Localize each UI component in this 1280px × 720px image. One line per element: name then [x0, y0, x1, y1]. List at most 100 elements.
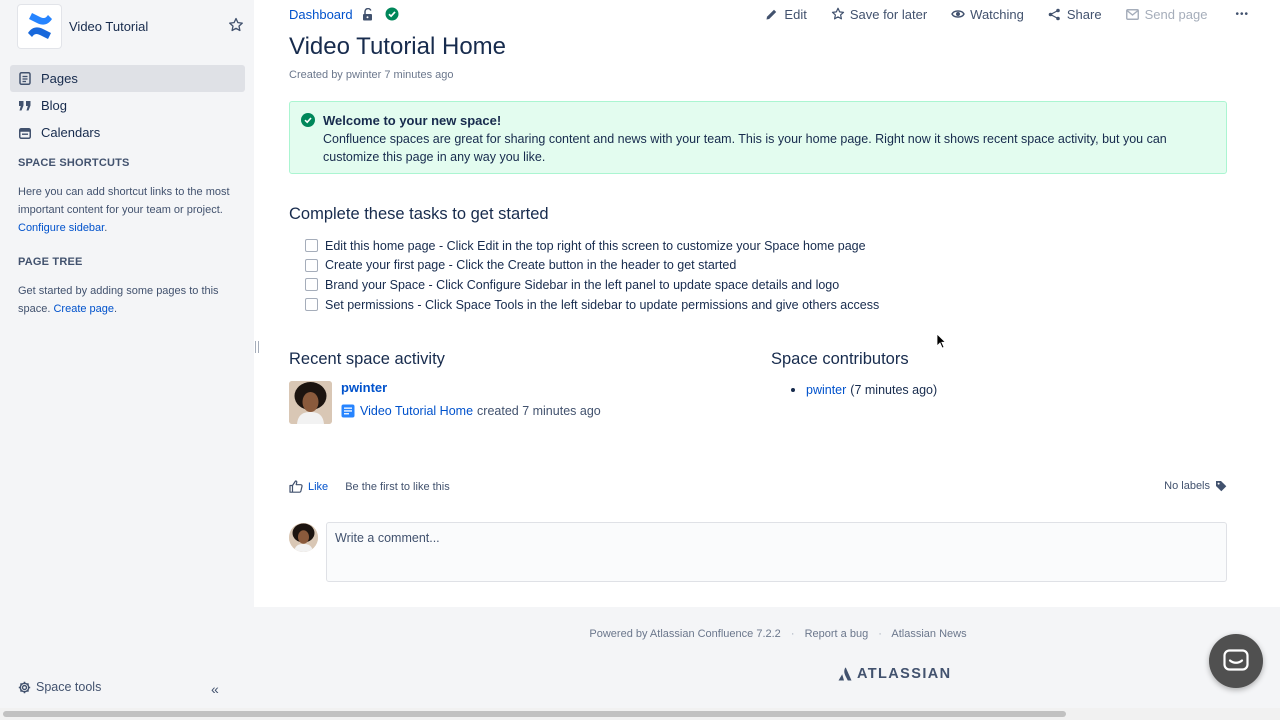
task-item: Brand your Space - Click Configure Sideb… — [305, 275, 879, 295]
task-label: Set permissions - Click Space Tools in t… — [325, 297, 880, 312]
scrollbar-thumb[interactable] — [3, 711, 1066, 717]
space-header: Video Tutorial — [18, 4, 254, 48]
space-shortcuts-section: SPACE SHORTCUTS Here you can add shortcu… — [18, 157, 238, 237]
welcome-body: Confluence spaces are great for sharing … — [323, 132, 1167, 164]
page-tree-text: Get started by adding some pages to this… — [18, 282, 238, 318]
sidebar-item-calendars[interactable]: Calendars — [10, 119, 245, 146]
task-item: Set permissions - Click Space Tools in t… — [305, 295, 879, 315]
activity-page-link[interactable]: Video Tutorial Home — [360, 404, 473, 418]
share-icon — [1048, 7, 1062, 21]
confluence-logo-icon[interactable] — [18, 4, 61, 48]
page-tree-description: Get started by adding some pages to this… — [18, 285, 219, 315]
like-row: Like Be the first to like this — [289, 480, 450, 494]
watching-button[interactable]: Watching — [951, 7, 1024, 22]
period: . — [114, 303, 118, 315]
like-hint: Be the first to like this — [345, 481, 450, 493]
page-tree-heading: PAGE TREE — [18, 256, 83, 268]
task-checkbox[interactable] — [305, 239, 318, 253]
share-label: Share — [1066, 6, 1102, 22]
sidebar-item-label: Pages — [41, 71, 78, 86]
user-avatar[interactable] — [289, 381, 332, 424]
period: . — [104, 222, 108, 234]
contributor-time: (7 minutes ago) — [850, 383, 938, 397]
chat-launcher-icon[interactable] — [1209, 634, 1263, 688]
star-icon[interactable] — [228, 17, 246, 35]
task-checkbox[interactable] — [305, 278, 318, 292]
tag-icon — [1215, 480, 1227, 492]
thumbs-up-icon — [289, 480, 303, 494]
space-tools-label: Space tools — [36, 680, 102, 694]
space-tools-button[interactable]: Space tools — [18, 680, 101, 694]
more-icon: ••• — [1235, 8, 1249, 20]
footer-links: Powered by Atlassian Confluence 7.2.2 · … — [254, 628, 1280, 640]
sidebar-item-pages[interactable]: Pages — [10, 65, 245, 92]
create-page-link[interactable]: Create page — [53, 303, 114, 315]
recent-activity-heading: Recent space activity — [289, 350, 445, 368]
atlassian-logo-icon — [838, 667, 852, 681]
unlock-icon[interactable] — [362, 7, 376, 21]
horizontal-scrollbar[interactable] — [0, 708, 1280, 720]
task-label: Brand your Space - Click Configure Sideb… — [325, 277, 840, 292]
edit-button[interactable]: Edit — [765, 6, 807, 22]
task-label: Create your first page - Click the Creat… — [325, 258, 737, 273]
pencil-icon — [765, 7, 779, 21]
mouse-cursor-icon — [936, 333, 946, 349]
task-checkbox[interactable] — [305, 298, 318, 312]
edit-label: Edit — [784, 6, 807, 22]
footer-separator: · — [790, 628, 795, 640]
report-bug-link[interactable]: Report a bug — [805, 628, 869, 640]
send-page-button[interactable]: Send page — [1125, 6, 1208, 22]
page-toolbar: Dashboard Edit Save for later Watching S… — [289, 4, 1249, 24]
envelope-icon — [1125, 7, 1140, 21]
like-button[interactable]: Like — [289, 480, 328, 494]
sidebar-resize-handle[interactable] — [255, 340, 261, 354]
powered-by-link[interactable]: Powered by Atlassian Confluence 7.2.2 — [589, 628, 780, 640]
save-for-later-button[interactable]: Save for later — [831, 7, 927, 22]
labels-text: No labels — [1164, 480, 1210, 492]
success-check-icon — [301, 113, 315, 127]
activity-entry: Video Tutorial Home created 7 minutes ag… — [341, 404, 601, 418]
task-item: Create your first page - Click the Creat… — [305, 256, 879, 276]
welcome-title: Welcome to your new space! — [323, 113, 502, 128]
footer: Powered by Atlassian Confluence 7.2.2 · … — [254, 607, 1280, 708]
more-actions-button[interactable]: ••• — [1235, 9, 1249, 20]
page-title: Video Tutorial Home — [289, 33, 507, 60]
space-shortcuts-description: Here you can add shortcut links to the m… — [18, 186, 230, 216]
space-shortcuts-heading: SPACE SHORTCUTS — [18, 157, 130, 169]
sidebar: Video Tutorial Pages Blog Calendars SPAC… — [0, 0, 254, 708]
welcome-panel: Welcome to your new space! Confluence sp… — [289, 101, 1227, 174]
document-icon — [341, 404, 355, 418]
footer-separator: · — [878, 628, 882, 640]
star-icon — [831, 7, 845, 21]
watching-label: Watching — [970, 6, 1024, 22]
check-circle-icon — [385, 7, 399, 21]
task-checkbox[interactable] — [305, 258, 318, 272]
current-user-avatar — [289, 523, 318, 552]
contributors-heading: Space contributors — [771, 350, 909, 368]
eye-icon — [951, 7, 965, 21]
like-label: Like — [308, 481, 329, 493]
calendar-icon — [18, 126, 32, 140]
atlassian-logo[interactable]: ATLASSIAN — [838, 666, 952, 682]
atlassian-news-link[interactable]: Atlassian News — [891, 628, 966, 640]
task-item: Edit this home page - Click Edit in the … — [305, 236, 879, 256]
contributor-item: pwinter (7 minutes ago) — [791, 383, 937, 397]
quote-icon — [18, 99, 32, 113]
save-for-later-label: Save for later — [849, 6, 928, 22]
tasks-heading: Complete these tasks to get started — [289, 205, 549, 223]
share-button[interactable]: Share — [1048, 7, 1102, 22]
breadcrumb-dashboard[interactable]: Dashboard — [289, 7, 353, 22]
configure-sidebar-link[interactable]: Configure sidebar — [18, 222, 104, 234]
activity-user-link[interactable]: pwinter — [341, 380, 387, 395]
labels-section[interactable]: No labels — [1164, 480, 1227, 492]
comment-input[interactable]: Write a comment... — [326, 522, 1227, 582]
gear-icon — [18, 681, 31, 694]
space-name[interactable]: Video Tutorial — [69, 19, 254, 34]
activity-action-text: created 7 minutes ago — [477, 404, 601, 418]
collapse-sidebar-icon[interactable]: « — [211, 681, 219, 697]
page-actions: Edit Save for later Watching Share Send … — [741, 4, 1249, 24]
send-page-label: Send page — [1144, 6, 1208, 22]
task-label: Edit this home page - Click Edit in the … — [325, 238, 866, 253]
sidebar-item-blog[interactable]: Blog — [10, 92, 245, 119]
contributor-link[interactable]: pwinter — [806, 383, 846, 397]
